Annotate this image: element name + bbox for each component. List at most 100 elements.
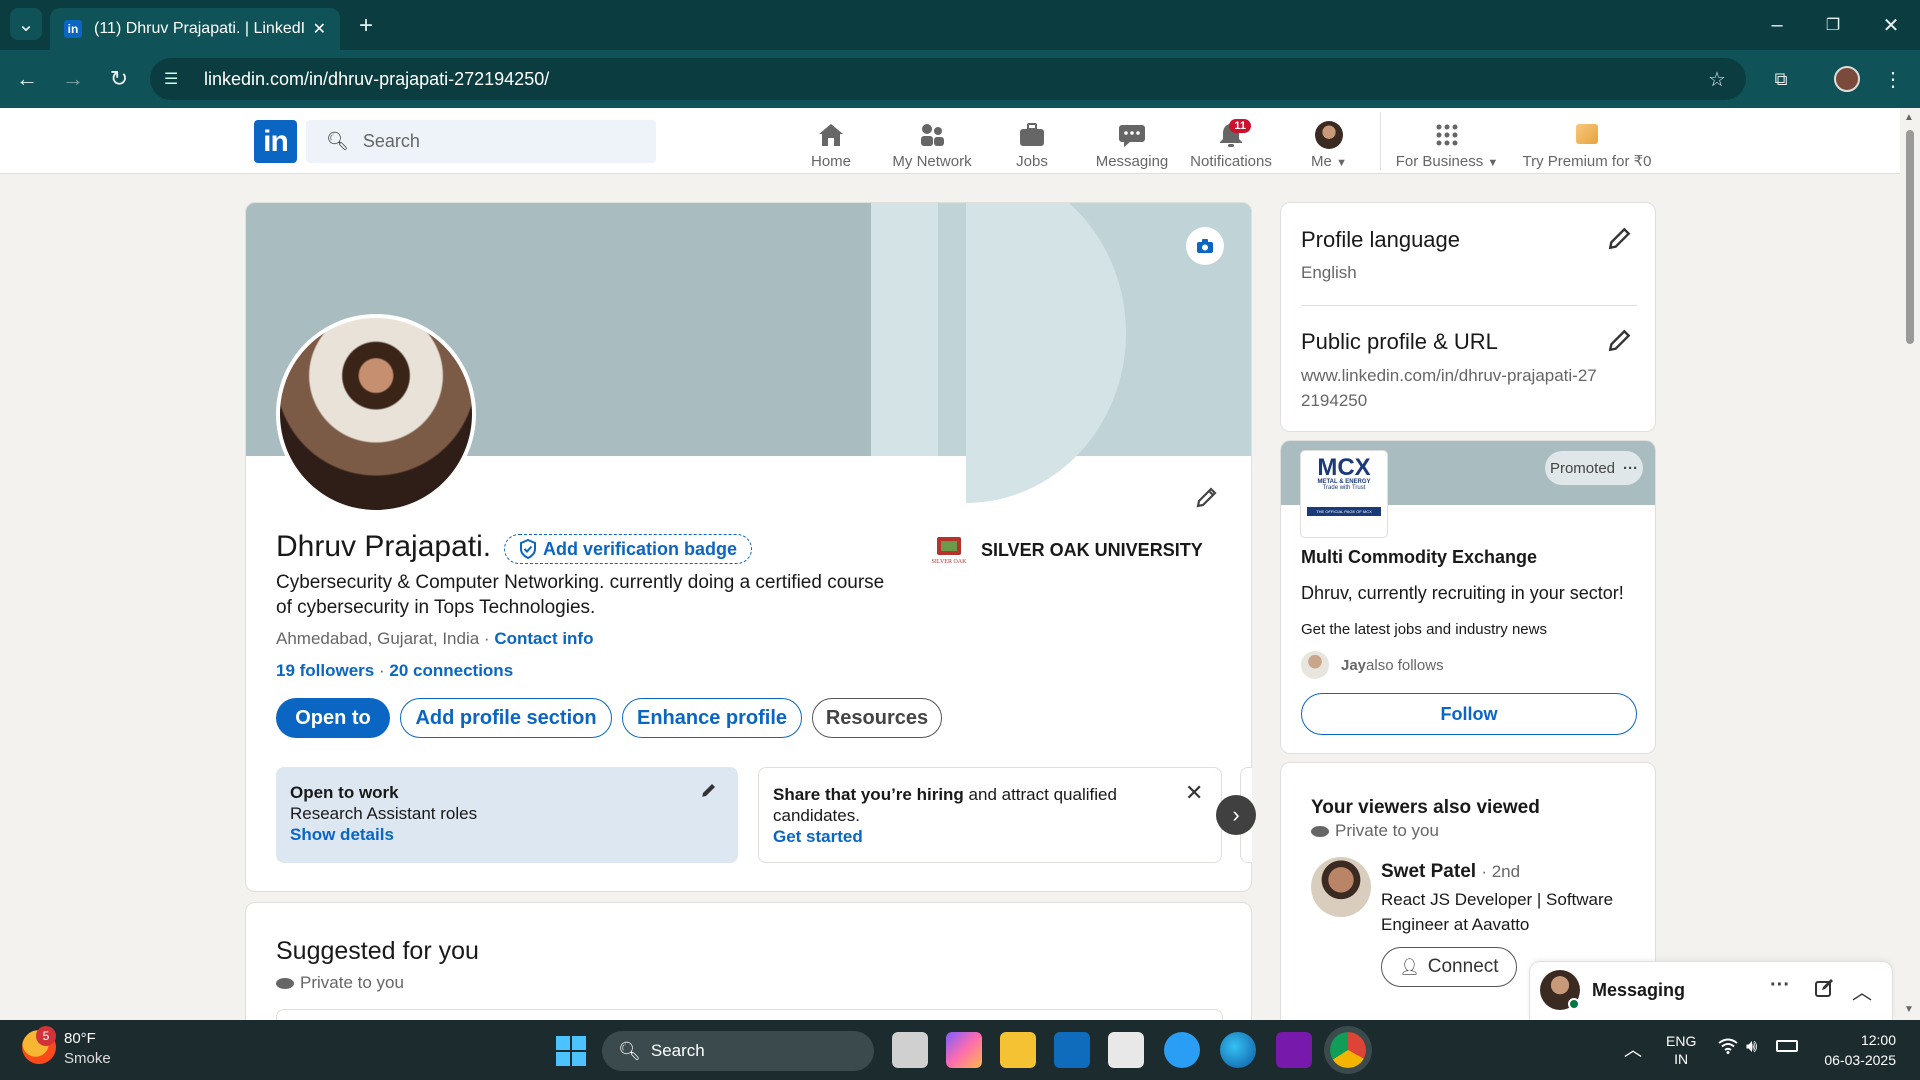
nav-try-premium[interactable]: Try Premium for ₹0 <box>1516 116 1658 170</box>
edit-open-to-work-pencil-icon[interactable] <box>700 781 718 804</box>
extensions-icon[interactable]: ⧉ <box>1766 64 1796 94</box>
profile-photo[interactable] <box>276 314 476 514</box>
education-label[interactable]: SILVER OAK UNIVERSITY <box>981 540 1203 561</box>
search-input[interactable]: 🔍︎ Search <box>306 120 656 163</box>
ad-company-name[interactable]: Multi Commodity Exchange <box>1301 547 1537 568</box>
show-hidden-icons-chevron-icon[interactable]: ︿ <box>1624 1036 1642 1062</box>
browser-menu-icon[interactable]: ⋮ <box>1878 64 1908 94</box>
connections-link[interactable]: 20 connections <box>389 661 513 680</box>
business-dropdown-icon: ▼ <box>1487 157 1499 169</box>
site-info-icon[interactable]: ☰ <box>164 69 186 89</box>
open-to-button[interactable]: Open to <box>276 698 390 738</box>
forward-icon[interactable]: → <box>58 64 88 94</box>
cover-shape-arc <box>966 203 1126 503</box>
browser-tab[interactable]: in (11) Dhruv Prajapati. | LinkedIn ✕ <box>50 8 340 50</box>
back-icon[interactable]: ← <box>12 64 42 94</box>
nav-home[interactable]: Home <box>796 116 866 170</box>
connect-button[interactable]: 👤︎ Connect <box>1381 947 1517 987</box>
edit-intro-pencil-icon[interactable] <box>1190 480 1224 514</box>
clock-time: 12:00 <box>1860 1032 1896 1048</box>
volume-icon[interactable]: 🔊︎ <box>1746 1036 1757 1057</box>
mutual-follower-name: Jay <box>1341 656 1367 674</box>
minimize-icon[interactable]: – <box>1762 10 1792 40</box>
add-verification-badge-button[interactable]: Add verification badge <box>504 534 753 564</box>
taskbar-search-input[interactable]: 🔍︎ Search <box>602 1031 874 1071</box>
compose-message-icon[interactable] <box>1814 978 1834 1003</box>
swet-patel-avatar[interactable] <box>1311 857 1371 917</box>
copilot-icon[interactable] <box>946 1032 982 1068</box>
enhance-profile-button[interactable]: Enhance profile <box>622 698 802 738</box>
mcx-logo[interactable]: MCX METAL & ENERGY Trade with Trust THE … <box>1301 451 1387 537</box>
nav-jobs[interactable]: Jobs <box>1000 116 1064 170</box>
share-hiring-card[interactable]: Share that you’re hiring and attract qua… <box>758 767 1222 863</box>
get-started-link[interactable]: Get started <box>773 827 1207 847</box>
header-divider <box>1380 112 1381 170</box>
edit-cover-camera-icon[interactable] <box>1186 227 1224 265</box>
messaging-options-icon[interactable]: ··· <box>1770 974 1790 997</box>
onenote-icon[interactable] <box>1276 1032 1312 1068</box>
help-icon[interactable] <box>1164 1032 1200 1068</box>
expand-chevron-up-icon[interactable]: ︿ <box>1852 976 1872 1005</box>
weather-alert-badge: 5 <box>36 1026 56 1046</box>
profile-headline: Cybersecurity & Computer Networking. cur… <box>276 572 885 618</box>
open-to-work-card[interactable]: Open to work Research Assistant roles Sh… <box>276 767 738 863</box>
nav-for-business[interactable]: For Business ▼ <box>1392 116 1502 170</box>
add-profile-section-button[interactable]: Add profile section <box>400 698 612 738</box>
task-view-icon[interactable] <box>892 1032 928 1068</box>
nav-messaging[interactable]: Messaging <box>1092 116 1172 170</box>
reload-icon[interactable]: ↻ <box>104 64 134 94</box>
restore-icon[interactable]: ❐ <box>1818 10 1848 40</box>
edit-language-pencil-icon[interactable] <box>1607 225 1633 256</box>
microsoft-store-icon[interactable] <box>1108 1032 1144 1068</box>
windows-start-icon[interactable] <box>556 1036 586 1066</box>
mutual-follower-avatar <box>1301 651 1329 679</box>
url-input[interactable]: ☰ linkedin.com/in/dhruv-prajapati-272194… <box>150 58 1746 100</box>
scrollbar-thumb[interactable] <box>1906 130 1914 344</box>
me-avatar <box>1315 121 1343 149</box>
show-details-link[interactable]: Show details <box>290 825 724 845</box>
resources-button[interactable]: Resources <box>812 698 942 738</box>
scroll-down-icon[interactable]: ▼ <box>1904 1004 1914 1015</box>
chrome-icon[interactable] <box>1330 1032 1366 1068</box>
file-explorer-icon[interactable] <box>1000 1032 1036 1068</box>
open-to-work-title: Open to work <box>290 783 399 802</box>
eye-icon <box>1311 825 1329 837</box>
nav-my-network[interactable]: My Network <box>880 116 984 170</box>
promoted-label: Promoted <box>1549 459 1616 477</box>
bell-icon: 11 <box>1217 119 1251 149</box>
dismiss-hiring-close-icon[interactable]: ✕ <box>1185 780 1203 806</box>
close-window-icon[interactable]: ✕ <box>1876 10 1906 40</box>
follow-button[interactable]: Follow <box>1301 693 1637 735</box>
battery-icon[interactable] <box>1776 1040 1798 1052</box>
linkedin-logo[interactable]: in <box>254 120 297 163</box>
hiring-bold-text: Share that you’re hiring <box>773 785 964 804</box>
nav-premium-label: Try Premium for ₹0 <box>1522 153 1652 170</box>
profile-network-row: 19 followers · 20 connections <box>276 661 513 681</box>
swet-patel-title: React JS Developer | Software Engineer a… <box>1381 890 1614 934</box>
tab-title: (11) Dhruv Prajapati. | LinkedIn <box>94 20 305 37</box>
edit-url-pencil-icon[interactable] <box>1607 327 1633 358</box>
language-indicator[interactable]: ENG IN <box>1666 1032 1696 1068</box>
nav-notifications[interactable]: 11 Notifications <box>1186 116 1276 170</box>
carousel-next-chevron-icon[interactable]: › <box>1216 795 1256 835</box>
browser-profile-avatar[interactable] <box>1834 66 1860 92</box>
tab-close-icon[interactable]: ✕ <box>313 19 326 39</box>
swet-patel-name[interactable]: Swet Patel <box>1381 861 1476 882</box>
nav-business-label: For Business ▼ <box>1395 153 1499 170</box>
suggested-private-label: Private to you <box>300 973 404 992</box>
tab-search-chevron-icon[interactable]: ⌄ <box>10 8 42 40</box>
public-url-value: www.linkedin.com/in/dhruv-prajapati-2721… <box>1301 366 1597 410</box>
messaging-overlay[interactable]: Messaging ··· ︿ <box>1530 962 1892 1020</box>
myhp-icon[interactable] <box>1054 1032 1090 1068</box>
new-tab-icon[interactable]: + <box>352 12 380 40</box>
system-clock[interactable]: 12:00 06-03-2025 <box>1818 1030 1896 1070</box>
lang-primary: ENG <box>1666 1033 1697 1049</box>
edge-icon[interactable] <box>1220 1032 1256 1068</box>
contact-info-link[interactable]: Contact info <box>494 629 593 648</box>
nav-me[interactable]: Me ▼ <box>1304 116 1354 170</box>
ad-options-icon[interactable]: ··· <box>1623 460 1638 477</box>
wifi-icon[interactable] <box>1718 1038 1738 1059</box>
followers-link[interactable]: 19 followers <box>276 661 374 680</box>
scroll-up-icon[interactable]: ▲ <box>1904 112 1914 123</box>
bookmark-star-icon[interactable]: ☆ <box>1702 64 1732 94</box>
